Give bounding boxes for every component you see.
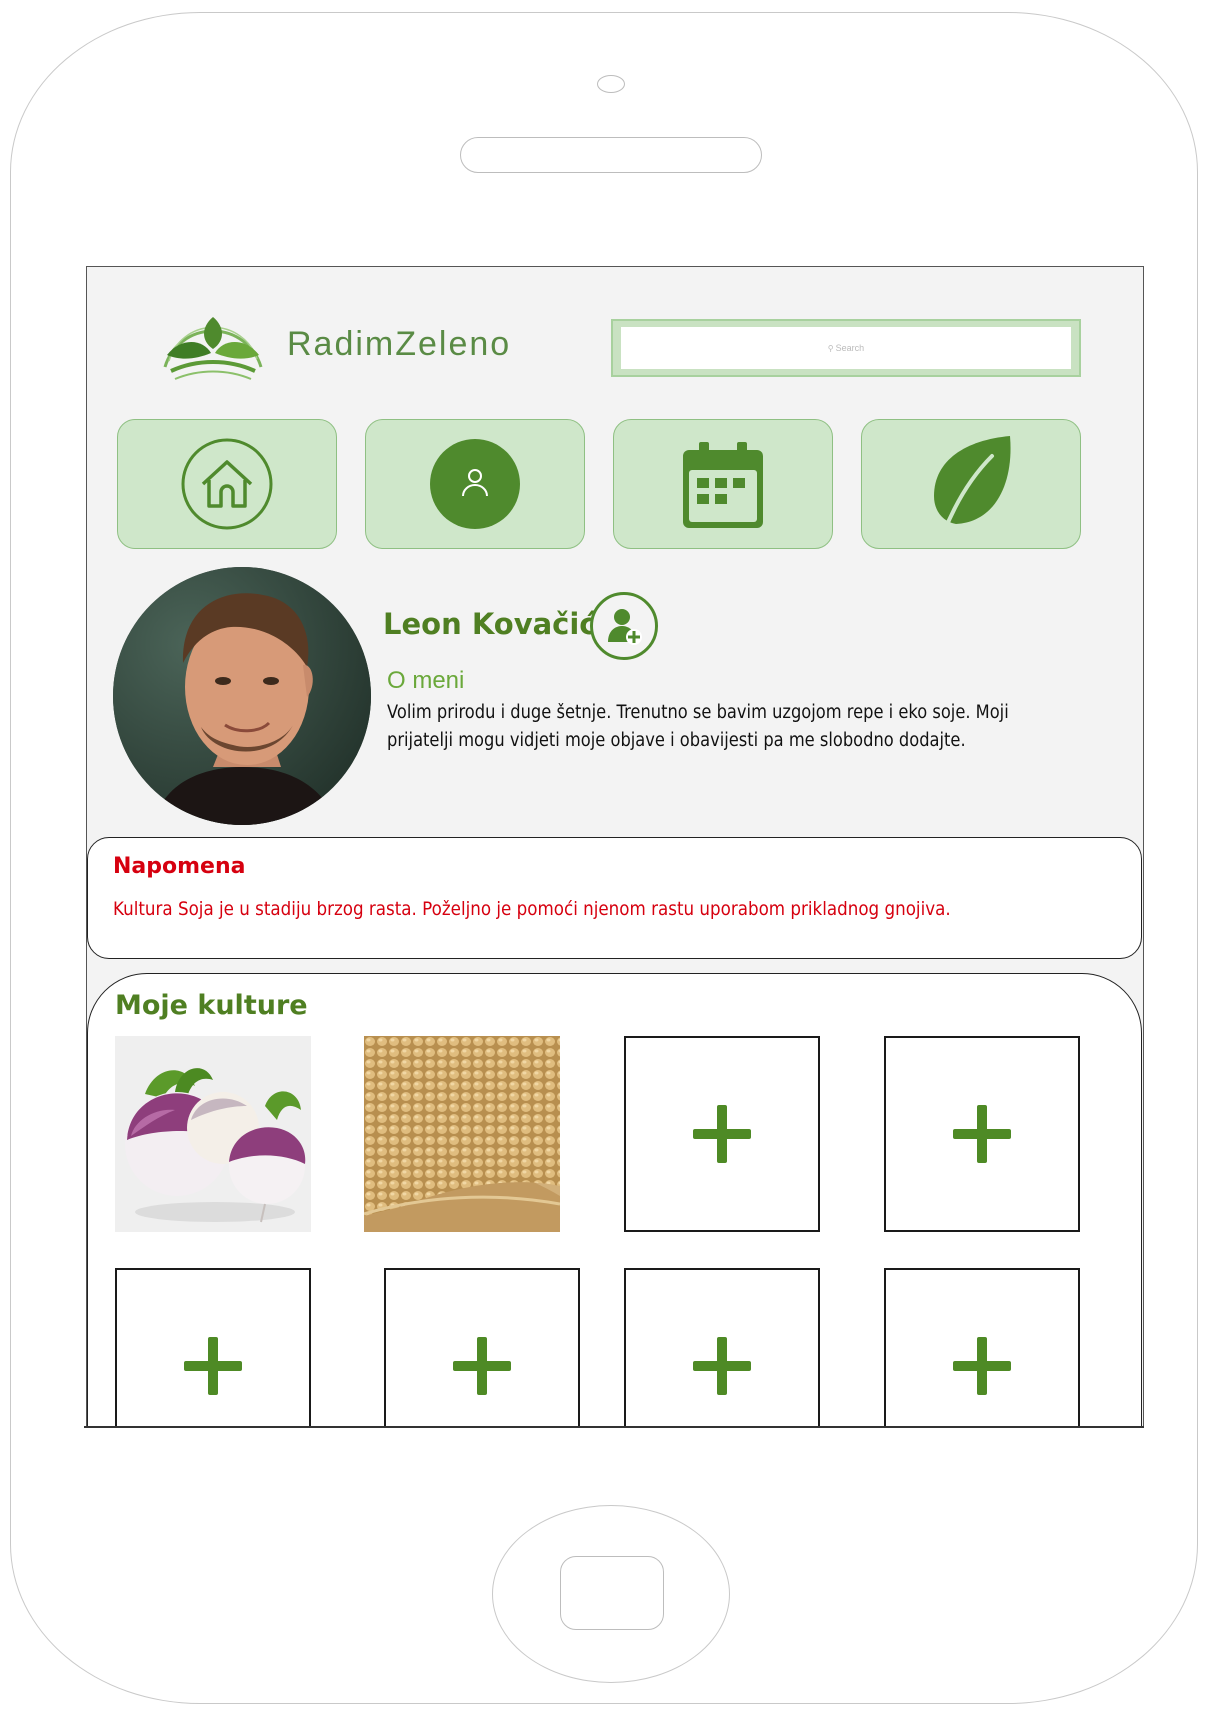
plus-icon [693, 1337, 751, 1395]
nav-leaf-button[interactable] [861, 419, 1081, 549]
cultures-title: Moje kulture [115, 990, 308, 1021]
leaf-icon [934, 436, 1011, 534]
notice-panel: Napomena Kultura Soja je u stadiju brzog… [87, 837, 1142, 959]
nav-profile-button[interactable] [365, 419, 585, 549]
add-culture-button[interactable] [624, 1268, 820, 1428]
screen-bottom-edge [84, 1426, 1144, 1428]
calendar-icon [683, 442, 763, 528]
notice-title: Napomena [113, 854, 246, 879]
search-box[interactable]: ⚲ Search [611, 319, 1081, 377]
phone-home-button-inner [560, 1556, 664, 1630]
profile-icon [430, 439, 520, 529]
app-screen: RadimZeleno ⚲ Search Leon Kovačić O meni… [86, 266, 1144, 1428]
avatar [113, 567, 371, 825]
nav-calendar-button[interactable] [613, 419, 833, 549]
search-icon: ⚲ [827, 343, 834, 353]
add-culture-button[interactable] [624, 1036, 820, 1232]
search-input[interactable]: ⚲ Search [621, 327, 1071, 369]
plus-icon [953, 1105, 1011, 1163]
add-culture-button[interactable] [384, 1268, 580, 1428]
home-icon [181, 438, 273, 530]
culture-tile-soybean[interactable] [363, 1036, 561, 1232]
add-culture-button[interactable] [884, 1268, 1080, 1428]
about-title: O meni [387, 667, 465, 694]
plus-icon [953, 1337, 1011, 1395]
culture-tile-turnip[interactable] [115, 1036, 311, 1232]
logo[interactable]: RadimZeleno [157, 297, 509, 387]
add-culture-button[interactable] [884, 1036, 1080, 1232]
add-user-icon [608, 609, 642, 645]
about-text: Volim prirodu i duge šetnje. Trenutno se… [387, 702, 1009, 751]
turnip-image [115, 1036, 311, 1232]
cultures-panel: Moje kulture [87, 973, 1142, 1428]
phone-speaker [460, 137, 762, 173]
avatar-photo [113, 567, 371, 825]
user-name: Leon Kovačić [383, 607, 597, 641]
add-culture-button[interactable] [115, 1268, 311, 1428]
search-placeholder: Search [835, 343, 865, 353]
plus-icon [693, 1105, 751, 1163]
nav-home-button[interactable] [117, 419, 337, 549]
soybean-image [363, 1036, 561, 1232]
logo-leaf-icon [163, 317, 263, 380]
notice-text: Kultura Soja je u stadiju brzog rasta. P… [113, 898, 951, 920]
plus-icon [184, 1337, 242, 1395]
app-name: RadimZeleno [287, 325, 512, 363]
add-friend-button[interactable] [590, 592, 658, 660]
phone-camera [597, 75, 625, 93]
plus-icon [453, 1337, 511, 1395]
